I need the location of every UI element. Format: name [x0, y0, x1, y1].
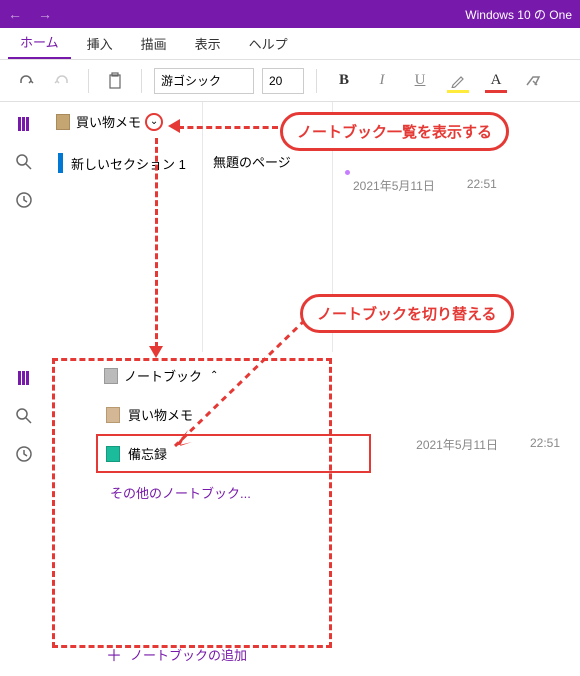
section-color-marker [58, 153, 63, 173]
annotation-arrow [155, 138, 158, 348]
timestamp: 2021年5月11日 22:51 [353, 177, 497, 194]
tab-draw[interactable]: 描画 [129, 28, 179, 59]
font-size-select[interactable] [262, 68, 304, 94]
annotation-arrow [160, 318, 310, 458]
highlight-button[interactable] [443, 67, 473, 95]
tab-view[interactable]: 表示 [183, 28, 233, 59]
ribbon-toolbar: B I U A [0, 60, 580, 102]
bold-button[interactable]: B [329, 67, 359, 95]
search-icon[interactable] [14, 406, 34, 426]
recent-icon[interactable] [14, 444, 34, 464]
section-item[interactable]: 新しいセクション 1 [48, 141, 202, 185]
date-text: 2021年5月11日 [353, 177, 435, 194]
tab-insert[interactable]: 挿入 [75, 28, 125, 59]
section-label: 新しいセクション 1 [71, 154, 186, 173]
undo-icon[interactable] [12, 67, 40, 95]
annotation-callout-1: ノートブック一覧を表示する [280, 112, 509, 151]
cursor-dot-icon [345, 170, 350, 175]
annotation-callout-2: ノートブックを切り替える [300, 294, 514, 333]
section-pane: 買い物メモ ⌄ 新しいセクション 1 [48, 102, 203, 352]
window-title: Windows 10 の One [465, 6, 572, 23]
underline-button[interactable]: U [405, 67, 435, 95]
annotation-arrow [178, 126, 278, 129]
notebook-icon [56, 114, 70, 130]
date-text: 2021年5月11日 [416, 436, 498, 453]
time-text: 22:51 [530, 436, 560, 453]
title-bar: ← → Windows 10 の One [0, 0, 580, 28]
back-arrow-icon[interactable]: ← [8, 6, 22, 22]
notebooks-icon[interactable] [14, 114, 34, 134]
redo-icon[interactable] [48, 67, 76, 95]
notebooks-icon[interactable] [14, 368, 34, 388]
notebook-name: 買い物メモ [76, 112, 141, 131]
recent-icon[interactable] [14, 190, 34, 210]
italic-button[interactable]: I [367, 67, 397, 95]
tab-help[interactable]: ヘルプ [237, 28, 300, 59]
font-name-select[interactable] [154, 68, 254, 94]
clipboard-icon[interactable] [101, 67, 129, 95]
sidebar-left [0, 356, 48, 676]
font-color-button[interactable]: A [481, 67, 511, 95]
forward-arrow-icon[interactable]: → [38, 6, 52, 22]
annotation-arrowhead [168, 119, 180, 133]
time-text: 22:51 [467, 177, 497, 194]
sidebar-left [0, 102, 48, 352]
annotation-arrowhead [149, 346, 163, 358]
tab-home[interactable]: ホーム [8, 26, 71, 59]
ribbon-tabs: ホーム 挿入 描画 表示 ヘルプ [0, 28, 580, 60]
chevron-down-icon[interactable]: ⌄ [145, 113, 163, 131]
clear-format-button[interactable] [519, 67, 549, 95]
search-icon[interactable] [14, 152, 34, 172]
timestamp: 2021年5月11日 22:51 [416, 436, 560, 453]
